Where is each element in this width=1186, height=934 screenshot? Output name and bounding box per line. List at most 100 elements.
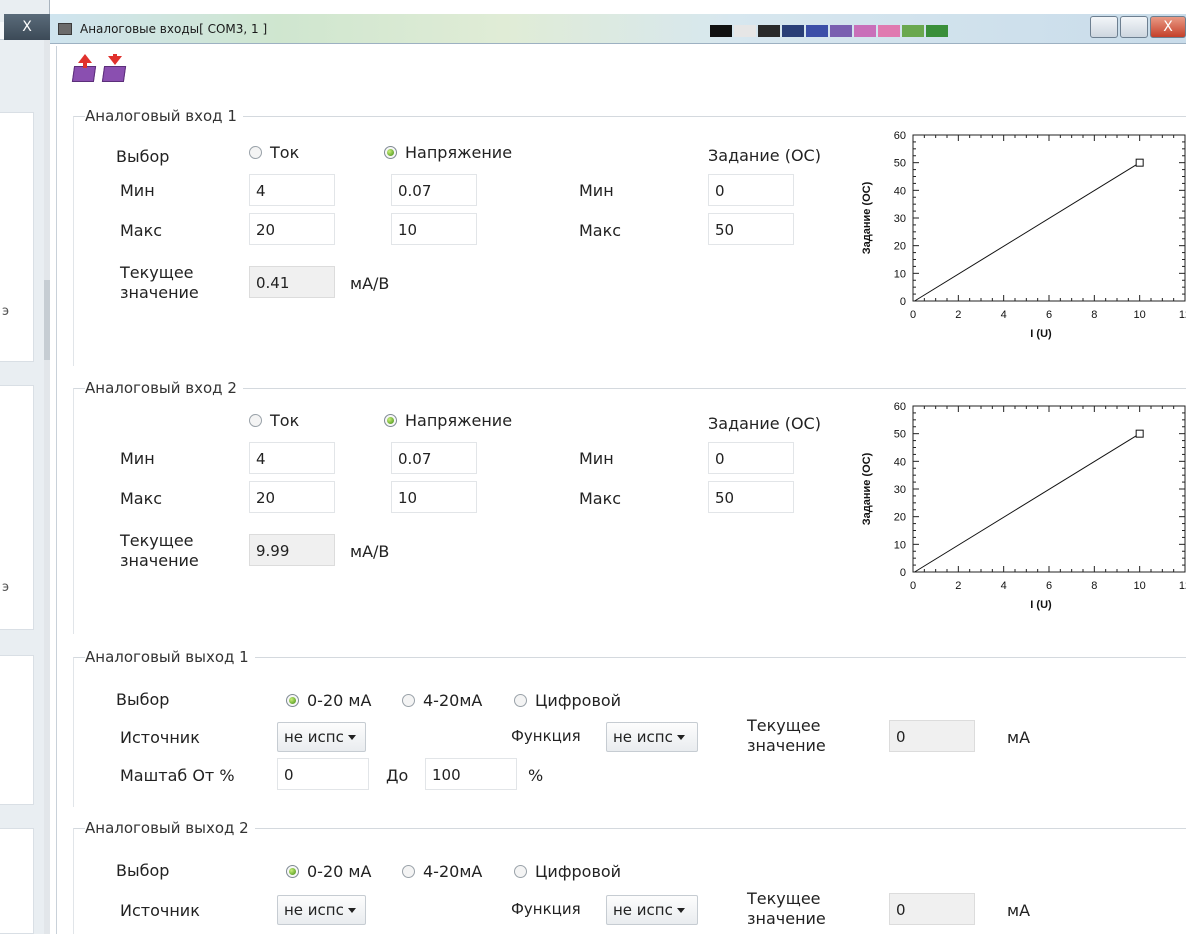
min-label: Мин: [120, 181, 155, 200]
close-button[interactable]: X: [1150, 16, 1186, 38]
setpoint-label: Задание (ОС): [708, 146, 821, 165]
scrollbar-thumb[interactable]: [44, 280, 50, 360]
radio-0-20ma[interactable]: 0-20 мА: [286, 691, 371, 710]
background-panel-1: [0, 112, 34, 362]
function-dropdown[interactable]: не испс: [606, 722, 698, 752]
radio-4-20ma[interactable]: 4-20мА: [402, 691, 482, 710]
output-current-label: Текущее значение: [747, 889, 826, 928]
min-label: Мин: [120, 449, 155, 468]
setpoint-min-input[interactable]: 0: [708, 442, 794, 474]
function-dropdown[interactable]: не испс: [606, 895, 698, 925]
toolbar: [57, 48, 1186, 88]
background-scrollbar[interactable]: [44, 40, 50, 934]
radio-dot-selected: [286, 694, 299, 707]
select-label: Выбор: [116, 147, 170, 166]
x-tick-label: 0: [910, 309, 916, 321]
max-voltage-input[interactable]: 10: [391, 481, 477, 513]
source-dropdown[interactable]: не испс: [277, 895, 366, 925]
background-text-fragment: э: [2, 580, 10, 595]
analog-output-1-group: Аналоговый выход 1 Выбор 0-20 мА 4-20мА …: [73, 648, 1186, 807]
radio-dot-selected: [384, 414, 397, 427]
max-current-input[interactable]: 20: [249, 213, 335, 245]
x-tick-label: 0: [910, 580, 916, 592]
output-unit-label: мА: [1007, 901, 1031, 920]
radio-dot: [402, 865, 415, 878]
setpoint-max-input[interactable]: 50: [708, 481, 794, 513]
background-panel-4: [0, 828, 34, 934]
chevron-down-icon: [347, 735, 356, 740]
maximize-button[interactable]: [1120, 16, 1148, 38]
x-tick-label: 8: [1091, 580, 1097, 592]
setpoint-label: Задание (ОС): [708, 414, 821, 433]
y-tick-label: 30: [894, 484, 906, 496]
background-panel-3: [0, 655, 34, 805]
max-label: Макс: [120, 221, 163, 240]
y-tick-label: 60: [894, 130, 906, 142]
output-current-readout: 0: [889, 720, 975, 752]
minimize-button[interactable]: [1090, 16, 1118, 38]
chevron-down-icon: [676, 908, 685, 913]
setpoint-max-label: Макс: [579, 489, 622, 508]
radio-digital[interactable]: Цифровой: [514, 691, 621, 710]
series-line: [914, 162, 1140, 302]
min-current-input[interactable]: 4: [249, 442, 335, 474]
title-bar: Аналоговые входы[ COM3, 1 ] X: [50, 14, 1186, 44]
radio-4-20ma[interactable]: 4-20мА: [402, 862, 482, 881]
current-value-label: Текущее значение: [120, 531, 199, 570]
radio-current[interactable]: Ток: [249, 411, 299, 430]
radio-dot: [249, 414, 262, 427]
download-button[interactable]: [101, 54, 129, 84]
y-tick-label: 10: [894, 268, 906, 280]
x-tick-label: 8: [1091, 309, 1097, 321]
output-current-label: Текущее значение: [747, 716, 826, 755]
radio-0-20ma[interactable]: 0-20 мА: [286, 862, 371, 881]
min-voltage-input[interactable]: 0.07: [391, 174, 477, 206]
setpoint-max-input[interactable]: 50: [708, 213, 794, 245]
min-current-input[interactable]: 4: [249, 174, 335, 206]
background-close-button[interactable]: X: [4, 14, 50, 40]
output-unit-label: мА: [1007, 728, 1031, 747]
analog-input-1-group: Аналоговый вход 1 Выбор Ток Напряжение З…: [73, 107, 1186, 366]
analog-input-2-group: Аналоговый вход 2 Ток Напряжение Задание…: [73, 379, 1186, 634]
input-1-chart: 0 2 4 6 8 10 12 0 10 20 30 40 50 60 I (U) Задание (ОС): [850, 122, 1186, 358]
y-tick-label: 60: [894, 401, 906, 413]
input-2-chart: 0 2 4 6 8 10 12 0 10 20 30 40 50 60 I (U) Задание (ОС): [850, 393, 1186, 629]
current-value-readout: 9.99: [249, 534, 335, 566]
current-value-readout: 0.41: [249, 266, 335, 298]
current-value-label: Текущее значение: [120, 263, 199, 302]
max-voltage-input[interactable]: 10: [391, 213, 477, 245]
x-tick-label: 10: [1134, 309, 1146, 321]
scale-label: Маштаб От %: [120, 766, 235, 785]
y-tick-label: 0: [900, 567, 906, 579]
radio-voltage[interactable]: Напряжение: [384, 411, 512, 430]
setpoint-min-input[interactable]: 0: [708, 174, 794, 206]
setpoint-min-label: Мин: [579, 181, 614, 200]
radio-current[interactable]: Ток: [249, 143, 299, 162]
max-current-input[interactable]: 20: [249, 481, 335, 513]
radio-digital[interactable]: Цифровой: [514, 862, 621, 881]
window-title: Аналоговые входы[ COM3, 1 ]: [80, 22, 268, 36]
x-tick-label: 2: [955, 309, 961, 321]
scale-to-label: До: [386, 766, 409, 785]
unit-label: мА/В: [350, 274, 390, 293]
function-label: Функция: [511, 727, 581, 745]
min-voltage-input[interactable]: 0.07: [391, 442, 477, 474]
radio-voltage[interactable]: Напряжение: [384, 143, 512, 162]
radio-dot: [514, 865, 527, 878]
x-axis-label: I (U): [1030, 328, 1052, 340]
setpoint-max-label: Макс: [579, 221, 622, 240]
x-tick-label: 2: [955, 580, 961, 592]
client-area: Аналоговый вход 1 Выбор Ток Напряжение З…: [56, 46, 1186, 934]
x-tick-label: 4: [1001, 580, 1007, 592]
scale-to-input[interactable]: 100: [425, 758, 517, 790]
y-tick-label: 50: [894, 429, 906, 441]
analog-output-2-group: Аналоговый выход 2 Выбор 0-20 мА 4-20мА …: [73, 819, 1186, 934]
setpoint-min-label: Мин: [579, 449, 614, 468]
upload-button[interactable]: [71, 54, 99, 84]
chevron-down-icon: [676, 735, 685, 740]
group-title: Аналоговый вход 1: [85, 107, 243, 125]
radio-dot-selected: [286, 865, 299, 878]
scale-from-input[interactable]: 0: [277, 758, 369, 790]
source-dropdown[interactable]: не испс: [277, 722, 366, 752]
x-tick-label: 12: [1179, 580, 1186, 592]
